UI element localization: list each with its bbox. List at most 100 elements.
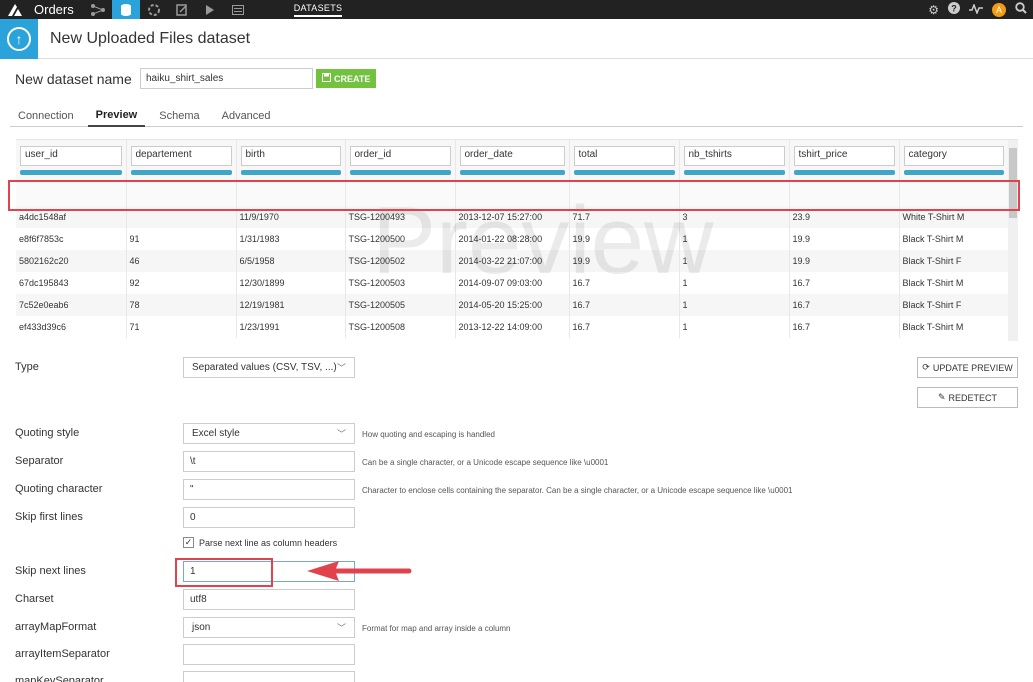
table-cell: 2014-01-22 08:28:00 — [455, 228, 570, 250]
table-scrollbar[interactable] — [1008, 140, 1018, 341]
column-quality-bar — [793, 170, 895, 175]
chevron-down-icon: ﹀ — [336, 429, 346, 439]
create-button-label: CREATE — [334, 73, 371, 84]
table-cell: 5802162c20 — [16, 250, 127, 272]
column-header-cell: birth — [236, 140, 346, 180]
column-header-cell: total — [569, 140, 680, 180]
charset-input[interactable] — [183, 589, 355, 610]
datasets-section-label[interactable]: DATASETS — [293, 3, 343, 17]
table-cell: 1 — [679, 294, 790, 316]
activity-icon[interactable] — [969, 2, 983, 17]
run-icon[interactable] — [196, 0, 224, 19]
chevron-down-icon: ﹀ — [336, 363, 346, 373]
svg-text:?: ? — [951, 4, 957, 14]
tab-connection[interactable]: Connection — [10, 103, 82, 127]
column-name-input[interactable]: user_id — [20, 146, 122, 166]
column-header-cell: nb_tshirts — [679, 140, 790, 180]
tab-preview[interactable]: Preview — [87, 103, 146, 127]
redetect-button[interactable]: ✎ REDETECT — [917, 387, 1018, 408]
project-name[interactable]: Orders — [30, 2, 84, 17]
table-cell: 6/5/1958 — [236, 250, 346, 272]
table-cell: 16.7 — [789, 294, 900, 316]
table-cell: 19.9 — [789, 250, 900, 272]
array-item-separator-input[interactable] — [183, 644, 355, 665]
dataset-name-label: New dataset name — [15, 71, 132, 87]
table-cell: 1/31/1983 — [236, 228, 346, 250]
table-cell: Black T-Shirt M — [899, 316, 1009, 338]
column-name-input[interactable]: tshirt_price — [793, 146, 895, 166]
table-cell: 16.7 — [789, 272, 900, 294]
preview-table-container: user_id departement birth order_id order_dat… — [16, 139, 1018, 341]
table-cell: 16.7 — [569, 316, 680, 338]
recipes-icon[interactable] — [140, 0, 168, 19]
type-select[interactable]: Separated values (CSV, TSV, ...) ﹀ — [183, 357, 355, 378]
table-row: e8f6f7853c 91 1/31/1983 TSG-1200500 2014-01-… — [16, 228, 1009, 250]
table-cell: TSG-1200502 — [345, 250, 456, 272]
skip-first-lines-label: Skip first lines — [15, 511, 83, 523]
gear-icon[interactable]: ⚙ — [928, 3, 939, 17]
map-key-separator-input[interactable] — [183, 671, 355, 682]
annotation-arrow-icon — [307, 561, 412, 581]
table-row: 67dc195843 92 12/30/1899 TSG-1200503 2014-09… — [16, 272, 1009, 294]
column-name-input[interactable]: order_date — [459, 146, 565, 166]
column-quality-bar — [573, 170, 675, 175]
column-quality-bar — [683, 170, 785, 175]
table-cell: 78 — [126, 294, 237, 316]
array-item-separator-label: arrayItemSeparator — [15, 648, 110, 660]
parse-header-checkbox[interactable]: ✓ — [183, 537, 194, 548]
flow-icon[interactable] — [84, 0, 112, 19]
datasets-icon[interactable] — [111, 0, 140, 19]
table-cell: 2014-09-07 09:03:00 — [455, 272, 570, 294]
map-key-separator-label: mapKeySeparator — [15, 675, 104, 682]
quoting-character-input[interactable] — [183, 479, 355, 500]
table-cell: 1 — [679, 228, 790, 250]
table-cell: Black T-Shirt F — [899, 294, 1009, 316]
notebooks-icon[interactable] — [168, 0, 196, 19]
parse-header-row[interactable]: ✓ Parse next line as column headers — [183, 537, 337, 548]
dataset-tabs: Connection Preview Schema Advanced — [10, 103, 1023, 127]
column-name-input[interactable]: birth — [240, 146, 341, 166]
quoting-style-value: Excel style — [192, 428, 240, 439]
column-name-input[interactable]: nb_tshirts — [683, 146, 785, 166]
table-cell: 92 — [126, 272, 237, 294]
array-map-format-select[interactable]: json ﹀ — [183, 617, 355, 638]
separator-help: Can be a single character, or a Unicode … — [362, 458, 609, 467]
array-map-format-value: json — [192, 622, 211, 633]
column-name-input[interactable]: departement — [130, 146, 232, 166]
table-cell: 16.7 — [569, 294, 680, 316]
tab-advanced[interactable]: Advanced — [214, 103, 279, 127]
table-cell: Black T-Shirt M — [899, 228, 1009, 250]
dashboard-icon[interactable] — [224, 0, 252, 19]
skip-next-lines-label: Skip next lines — [15, 565, 86, 577]
table-cell: 1 — [679, 250, 790, 272]
table-cell: 19.9 — [789, 228, 900, 250]
user-avatar[interactable]: A — [992, 2, 1006, 17]
dss-logo-icon[interactable] — [0, 0, 30, 19]
column-quality-bar — [240, 170, 341, 175]
tab-schema[interactable]: Schema — [151, 103, 207, 127]
save-icon — [322, 73, 331, 84]
skip-first-lines-input[interactable] — [183, 507, 355, 528]
column-name-input[interactable]: total — [573, 146, 675, 166]
table-cell: 67dc195843 — [16, 272, 127, 294]
search-icon[interactable] — [1015, 2, 1027, 17]
nav-right-group: ⚙ ? A — [928, 0, 1027, 19]
separator-input[interactable] — [183, 451, 355, 472]
separator-label: Separator — [15, 455, 64, 467]
help-icon[interactable]: ? — [948, 2, 960, 17]
type-select-value: Separated values (CSV, TSV, ...) — [192, 362, 337, 373]
table-cell: 19.9 — [569, 250, 680, 272]
quoting-style-select[interactable]: Excel style ﹀ — [183, 423, 355, 444]
update-preview-button[interactable]: ⟳ UPDATE PREVIEW — [917, 357, 1018, 378]
column-header-cell: order_id — [345, 140, 456, 180]
column-name-input[interactable]: order_id — [349, 146, 451, 166]
table-cell: 16.7 — [789, 316, 900, 338]
column-name-input[interactable]: category — [903, 146, 1004, 166]
column-quality-bar — [349, 170, 451, 175]
page-title: New Uploaded Files dataset — [50, 29, 251, 47]
dataset-name-input[interactable] — [140, 68, 313, 89]
table-cell: Black T-Shirt M — [899, 272, 1009, 294]
column-quality-bar — [903, 170, 1004, 175]
table-cell: 71 — [126, 316, 237, 338]
create-button[interactable]: CREATE — [316, 69, 377, 88]
